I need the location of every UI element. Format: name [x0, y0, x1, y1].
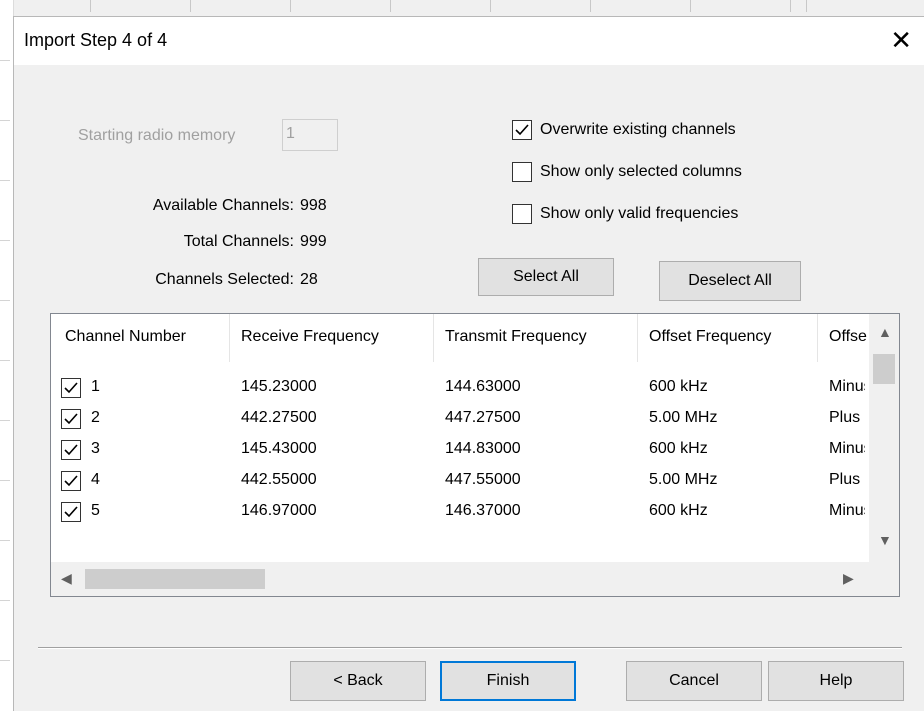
cell-transmit-frequency: 146.37000: [445, 502, 521, 519]
cell-offset-direction: Minus: [829, 502, 865, 519]
horizontal-scrollbar[interactable]: ◀ ▶: [51, 562, 869, 596]
cell-receive-frequency: 442.55000: [241, 471, 317, 488]
show-selected-columns-checkbox[interactable]: [512, 162, 532, 182]
column-header-receive-frequency[interactable]: Receive Frequency: [241, 314, 433, 362]
starting-memory-input[interactable]: 1: [282, 119, 338, 151]
checkmark-icon: [64, 444, 78, 456]
close-icon[interactable]: ✕: [890, 25, 912, 55]
overwrite-checkbox[interactable]: [512, 120, 532, 140]
cell-channel-number: 4: [91, 471, 100, 488]
total-channels-label: Total Channels:: [183, 233, 294, 250]
footer-divider: [38, 647, 902, 649]
vertical-scrollbar[interactable]: ▲ ▼: [869, 314, 899, 562]
cell-offset-direction: Plus: [829, 471, 861, 488]
channels-selected-label: Channels Selected:: [155, 271, 294, 288]
background-spreadsheet-edge: [0, 0, 14, 711]
checkmark-icon: [515, 124, 529, 136]
row-checkbox[interactable]: [61, 471, 81, 491]
show-valid-frequencies-checkbox[interactable]: [512, 204, 532, 224]
row-checkbox[interactable]: [61, 409, 81, 429]
starting-memory-label: Starting radio memory: [78, 127, 236, 144]
checkmark-icon: [64, 382, 78, 394]
available-channels-value: 998: [300, 197, 327, 214]
title-bar: Import Step 4 of 4 ✕: [14, 17, 924, 65]
cell-channel-number: 2: [91, 409, 100, 426]
cell-transmit-frequency: 144.83000: [445, 440, 521, 457]
overwrite-label[interactable]: Overwrite existing channels: [540, 121, 736, 139]
cell-offset-direction: Plus: [829, 409, 861, 426]
column-header-channel-number[interactable]: Channel Number: [65, 314, 231, 362]
dialog-title: Import Step 4 of 4: [24, 30, 168, 50]
table-row[interactable]: 2 442.27500 447.27500 5.00 MHz Plus: [51, 405, 869, 433]
checkmark-icon: [64, 413, 78, 425]
checkmark-icon: [64, 506, 78, 518]
available-channels-label: Available Channels:: [152, 197, 294, 214]
channel-list[interactable]: Channel Number Receive Frequency Transmi…: [50, 313, 900, 597]
scrollbar-corner: [869, 562, 899, 596]
scroll-right-icon[interactable]: ▶: [843, 570, 854, 587]
import-dialog: Import Step 4 of 4 ✕ Starting radio memo…: [13, 16, 924, 711]
cell-receive-frequency: 146.97000: [241, 502, 317, 519]
cell-transmit-frequency: 447.55000: [445, 471, 521, 488]
cell-offset-direction: Minus: [829, 440, 865, 457]
cell-offset-frequency: 600 kHz: [649, 378, 708, 395]
list-header: Channel Number Receive Frequency Transmi…: [51, 314, 899, 362]
cell-offset-direction: Minus: [829, 378, 865, 395]
channels-selected-value: 28: [300, 271, 318, 288]
cell-transmit-frequency: 144.63000: [445, 378, 521, 395]
total-channels-value: 999: [300, 233, 327, 250]
scroll-down-icon[interactable]: ▼: [878, 532, 892, 548]
scroll-up-icon[interactable]: ▲: [878, 324, 892, 340]
checkmark-icon: [64, 475, 78, 487]
deselect-all-button[interactable]: Deselect All: [659, 261, 801, 301]
row-checkbox[interactable]: [61, 378, 81, 398]
horizontal-scroll-thumb[interactable]: [85, 569, 265, 589]
table-row[interactable]: 3 145.43000 144.83000 600 kHz Minus: [51, 436, 869, 464]
cell-channel-number: 5: [91, 502, 100, 519]
table-row[interactable]: 1 145.23000 144.63000 600 kHz Minus: [51, 374, 869, 402]
finish-button[interactable]: Finish: [440, 661, 576, 701]
show-selected-columns-label[interactable]: Show only selected columns: [540, 163, 742, 181]
scroll-left-icon[interactable]: ◀: [61, 570, 72, 587]
column-header-transmit-frequency[interactable]: Transmit Frequency: [445, 314, 637, 362]
table-row[interactable]: 5 146.97000 146.37000 600 kHz Minus: [51, 498, 869, 526]
back-button[interactable]: < Back: [290, 661, 426, 701]
cell-offset-frequency: 600 kHz: [649, 502, 708, 519]
row-checkbox[interactable]: [61, 440, 81, 460]
cell-receive-frequency: 442.27500: [241, 409, 317, 426]
vertical-scroll-thumb[interactable]: [873, 354, 895, 384]
column-header-offset-frequency[interactable]: Offset Frequency: [649, 314, 813, 362]
table-row[interactable]: 4 442.55000 447.55000 5.00 MHz Plus: [51, 467, 869, 495]
cancel-button[interactable]: Cancel: [626, 661, 762, 701]
cell-receive-frequency: 145.23000: [241, 378, 317, 395]
cell-channel-number: 1: [91, 378, 100, 395]
cell-offset-frequency: 5.00 MHz: [649, 471, 718, 488]
show-valid-frequencies-label[interactable]: Show only valid frequencies: [540, 205, 738, 223]
cell-offset-frequency: 600 kHz: [649, 440, 708, 457]
cell-receive-frequency: 145.43000: [241, 440, 317, 457]
cell-channel-number: 3: [91, 440, 100, 457]
row-checkbox[interactable]: [61, 502, 81, 522]
cell-offset-frequency: 5.00 MHz: [649, 409, 718, 426]
column-header-offset-direction[interactable]: Offset Direction: [829, 314, 867, 362]
select-all-button[interactable]: Select All: [478, 258, 614, 296]
help-button[interactable]: Help: [768, 661, 904, 701]
cell-transmit-frequency: 447.27500: [445, 409, 521, 426]
